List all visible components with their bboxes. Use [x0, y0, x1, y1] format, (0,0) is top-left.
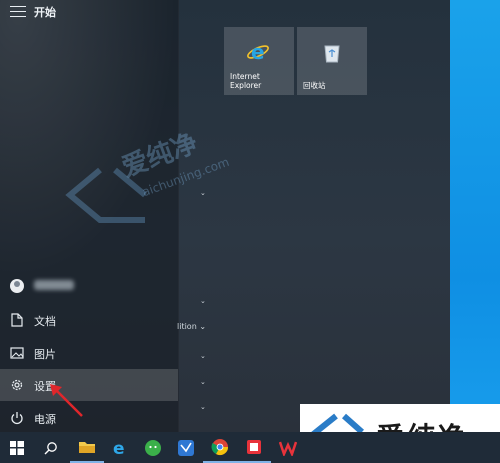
user-name-blurred	[34, 280, 74, 290]
chrome-icon[interactable]	[203, 432, 237, 463]
power-icon	[10, 411, 24, 425]
svg-text:e: e	[113, 439, 125, 457]
start-menu: 开始 文档 图片 设置 电源 爱纯净 aichunjing.com e Inte…	[0, 0, 450, 432]
tile-internet-explorer[interactable]: e Internet Explorer	[224, 27, 294, 95]
tile-label: Explorer	[230, 81, 262, 90]
windows-start-icon[interactable]	[0, 432, 34, 463]
rail-item-documents[interactable]: 文档	[0, 304, 178, 336]
internet-explorer-icon: e	[246, 39, 270, 67]
file-explorer-icon[interactable]	[70, 432, 104, 463]
wechat-icon[interactable]	[136, 432, 170, 463]
note-app-icon[interactable]	[237, 432, 271, 463]
hamburger-menu-icon[interactable]	[10, 6, 26, 18]
desktop-background	[450, 0, 500, 463]
tile-label: Internet	[230, 72, 260, 81]
rail-item-pictures[interactable]: 图片	[0, 337, 178, 369]
rail-item-power[interactable]: 电源	[0, 402, 178, 434]
search-icon[interactable]	[34, 432, 68, 463]
chevron-down-icon[interactable]: ⌄	[200, 378, 206, 386]
chevron-down-icon[interactable]: ⌄	[200, 297, 206, 305]
tile-label: 回收站	[303, 81, 326, 90]
start-title: 开始	[34, 6, 56, 19]
pictures-icon	[10, 346, 24, 360]
chevron-down-icon[interactable]: ⌄	[200, 189, 206, 197]
avatar	[10, 279, 24, 293]
wps-icon[interactable]	[271, 432, 305, 463]
group-header[interactable]: lition ⌄	[177, 322, 206, 331]
rail-item-label: 文档	[34, 315, 56, 328]
red-arrow-annotation	[50, 384, 83, 417]
feishu-icon[interactable]	[169, 432, 203, 463]
document-icon	[10, 313, 24, 327]
taskbar: e	[0, 432, 500, 463]
edge-icon[interactable]: e	[103, 432, 137, 463]
rail-item-label: 图片	[34, 348, 56, 361]
rail-item-settings[interactable]: 设置	[0, 369, 178, 401]
chevron-down-icon[interactable]: ⌄	[200, 352, 206, 360]
chevron-down-icon[interactable]: ⌄	[200, 403, 206, 411]
tile-recycle-bin[interactable]: 回收站	[297, 27, 367, 95]
svg-text:e: e	[251, 40, 265, 63]
user-account[interactable]	[0, 270, 178, 302]
recycle-bin-icon	[322, 42, 342, 68]
gear-icon	[10, 378, 24, 392]
start-rail: 开始 文档 图片 设置 电源	[0, 0, 179, 432]
